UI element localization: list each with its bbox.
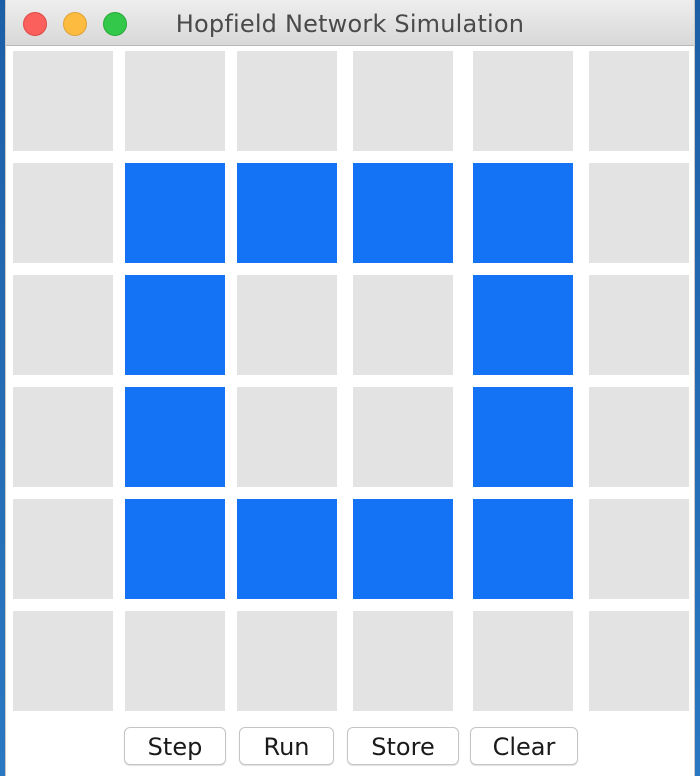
neuron-cell-r4-c0[interactable] <box>13 499 113 599</box>
neuron-cell-r1-c2[interactable] <box>237 163 337 263</box>
neuron-cell-r5-c1[interactable] <box>125 611 225 711</box>
neuron-cell-r4-c2[interactable] <box>237 499 337 599</box>
store-button[interactable]: Store <box>347 727 459 765</box>
neuron-cell-r5-c4[interactable] <box>473 611 573 711</box>
neuron-cell-r0-c5[interactable] <box>589 51 689 151</box>
neuron-cell-r5-c0[interactable] <box>13 611 113 711</box>
neuron-cell-r2-c2[interactable] <box>237 275 337 375</box>
control-bar: Step Run Store Clear <box>6 727 694 767</box>
neuron-cell-r2-c1[interactable] <box>125 275 225 375</box>
neuron-cell-r0-c4[interactable] <box>473 51 573 151</box>
neuron-cell-r3-c2[interactable] <box>237 387 337 487</box>
neuron-cell-r1-c1[interactable] <box>125 163 225 263</box>
neuron-cell-r4-c4[interactable] <box>473 499 573 599</box>
window-title: Hopfield Network Simulation <box>175 10 525 38</box>
neuron-cell-r3-c1[interactable] <box>125 387 225 487</box>
neuron-cell-r1-c4[interactable] <box>473 163 573 263</box>
neuron-cell-r5-c3[interactable] <box>353 611 453 711</box>
neuron-cell-r2-c3[interactable] <box>353 275 453 375</box>
step-button[interactable]: Step <box>124 727 226 765</box>
neuron-cell-r1-c3[interactable] <box>353 163 453 263</box>
neuron-cell-r3-c0[interactable] <box>13 387 113 487</box>
neuron-cell-r4-c5[interactable] <box>589 499 689 599</box>
neuron-cell-r4-c3[interactable] <box>353 499 453 599</box>
neuron-cell-r5-c5[interactable] <box>589 611 689 711</box>
neuron-cell-r4-c1[interactable] <box>125 499 225 599</box>
neuron-cell-r5-c2[interactable] <box>237 611 337 711</box>
neuron-cell-r0-c2[interactable] <box>237 51 337 151</box>
neuron-cell-r2-c5[interactable] <box>589 275 689 375</box>
neuron-cell-r2-c4[interactable] <box>473 275 573 375</box>
neuron-cell-r1-c5[interactable] <box>589 163 689 263</box>
neuron-cell-r1-c0[interactable] <box>13 163 113 263</box>
neuron-cell-r0-c3[interactable] <box>353 51 453 151</box>
neuron-cell-r3-c4[interactable] <box>473 387 573 487</box>
neuron-cell-r0-c0[interactable] <box>13 51 113 151</box>
neuron-cell-r3-c3[interactable] <box>353 387 453 487</box>
neuron-grid <box>13 51 689 713</box>
run-button[interactable]: Run <box>239 727 334 765</box>
neuron-cell-r2-c0[interactable] <box>13 275 113 375</box>
neuron-cell-r3-c5[interactable] <box>589 387 689 487</box>
clear-button[interactable]: Clear <box>470 727 578 765</box>
app-window: Hopfield Network Simulation Step Run Sto… <box>5 0 695 776</box>
neuron-cell-r0-c1[interactable] <box>125 51 225 151</box>
title-bar[interactable]: Hopfield Network Simulation <box>6 0 694 46</box>
